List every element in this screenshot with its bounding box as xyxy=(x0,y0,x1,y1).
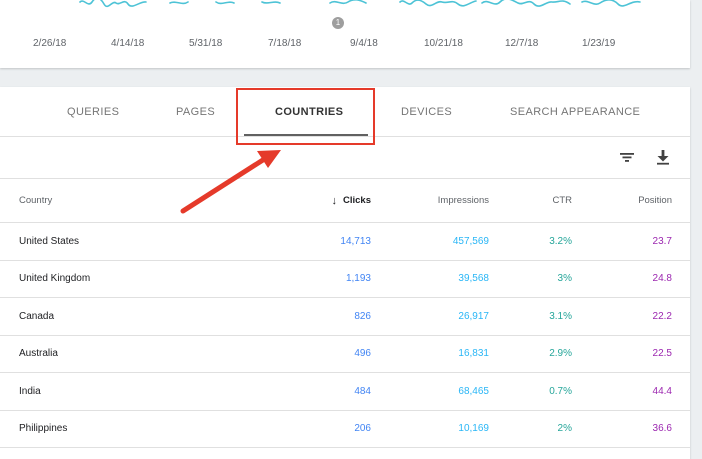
date-tick: 10/21/18 xyxy=(424,38,463,49)
annotation-badge[interactable]: 1 xyxy=(332,17,344,29)
impressions-cell: 26,917 xyxy=(458,310,489,322)
position-cell: 24.8 xyxy=(652,273,672,285)
table-row[interactable]: United States 14,713 457,569 3.2% 23.7 xyxy=(0,223,690,261)
impressions-cell: 16,831 xyxy=(458,348,489,360)
position-cell: 44.4 xyxy=(652,385,672,397)
tab-devices[interactable]: DEVICES xyxy=(401,87,452,137)
impressions-cell: 39,568 xyxy=(458,273,489,285)
table-row[interactable]: Philippines 206 10,169 2% 36.6 xyxy=(0,411,690,448)
column-header-position[interactable]: Position xyxy=(638,179,672,222)
download-button[interactable] xyxy=(652,146,674,168)
country-cell: United Kingdom xyxy=(19,273,91,285)
impressions-cell: 457,569 xyxy=(452,235,489,247)
performance-chart-card: 1 2/26/18 4/14/18 5/31/18 7/18/18 9/4/18… xyxy=(0,0,690,68)
filter-button[interactable] xyxy=(616,146,638,168)
ctr-cell: 3.2% xyxy=(549,235,572,247)
ctr-cell: 3.1% xyxy=(549,310,572,322)
position-cell: 23.7 xyxy=(652,235,672,247)
sort-down-arrow-icon: ↓ xyxy=(331,194,338,207)
trend-line-segment xyxy=(169,1,281,5)
date-axis: 2/26/18 4/14/18 5/31/18 7/18/18 9/4/18 1… xyxy=(0,38,690,50)
column-header-clicks[interactable]: ↓ Clicks xyxy=(332,179,372,222)
position-cell: 36.6 xyxy=(652,423,672,435)
table-header-row: Country ↓ Clicks Impressions CTR Positio… xyxy=(0,179,690,223)
impressions-cell: 10,169 xyxy=(458,423,489,435)
table-row[interactable]: Australia 496 16,831 2.9% 22.5 xyxy=(0,336,690,373)
date-tick: 2/26/18 xyxy=(33,38,67,49)
clicks-cell: 484 xyxy=(354,385,371,397)
ctr-cell: 3% xyxy=(557,273,572,285)
dimension-tabs: QUERIES PAGES COUNTRIES DEVICES SEARCH A… xyxy=(0,87,690,145)
tab-pages[interactable]: PAGES xyxy=(176,87,215,137)
column-header-ctr[interactable]: CTR xyxy=(552,179,572,222)
date-tick: 5/31/18 xyxy=(189,38,223,49)
ctr-cell: 2.9% xyxy=(549,348,572,360)
ctr-cell: 2% xyxy=(557,423,572,435)
download-icon xyxy=(657,150,669,165)
tab-queries[interactable]: QUERIES xyxy=(67,87,119,137)
table-row[interactable]: United Kingdom 1,193 39,568 3% 24.8 xyxy=(0,261,690,298)
clicks-cell: 206 xyxy=(354,423,371,435)
date-tick: 1/23/19 xyxy=(582,38,616,49)
country-cell: Philippines xyxy=(19,423,68,435)
country-cell: Australia xyxy=(19,348,58,360)
ctr-cell: 0.7% xyxy=(549,385,572,397)
country-cell: India xyxy=(19,385,41,397)
impressions-cell: 68,465 xyxy=(458,385,489,397)
filter-icon xyxy=(620,153,634,162)
position-cell: 22.5 xyxy=(652,348,672,360)
report-table-card: QUERIES PAGES COUNTRIES DEVICES SEARCH A… xyxy=(0,87,690,459)
column-header-impressions[interactable]: Impressions xyxy=(438,179,489,222)
trend-line xyxy=(79,0,641,8)
trend-line-chart xyxy=(79,0,641,8)
column-header-clicks-label: Clicks xyxy=(343,195,371,206)
country-cell: Canada xyxy=(19,310,55,322)
table-row[interactable]: Canada 826 26,917 3.1% 22.2 xyxy=(0,298,690,336)
column-header-country[interactable]: Country xyxy=(19,179,52,222)
table-toolbar xyxy=(0,137,690,179)
date-tick: 12/7/18 xyxy=(505,38,539,49)
date-tick: 7/18/18 xyxy=(268,38,302,49)
table-row[interactable]: India 484 68,465 0.7% 44.4 xyxy=(0,373,690,411)
clicks-cell: 1,193 xyxy=(345,273,371,285)
date-tick: 9/4/18 xyxy=(350,38,378,49)
tab-search-appearance[interactable]: SEARCH APPEARANCE xyxy=(510,87,640,137)
date-tick: 4/14/18 xyxy=(111,38,145,49)
clicks-cell: 496 xyxy=(354,348,371,360)
country-cell: United States xyxy=(19,235,80,247)
clicks-cell: 826 xyxy=(354,310,371,322)
clicks-cell: 14,713 xyxy=(340,235,371,247)
position-cell: 22.2 xyxy=(652,310,672,322)
